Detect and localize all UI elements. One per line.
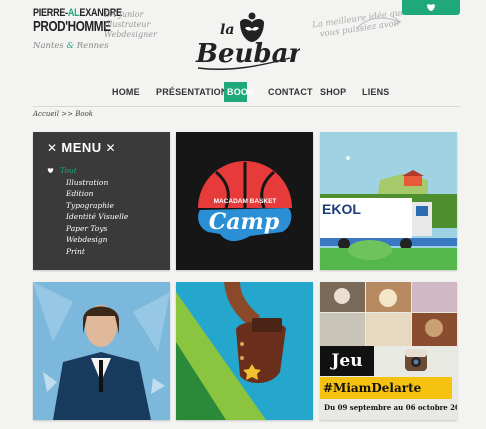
top-tab[interactable]: [402, 0, 460, 15]
close-icon: ✕: [101, 141, 117, 155]
instagram-icon: [405, 349, 427, 371]
portfolio-tile-truck[interactable]: EKOL: [320, 132, 457, 270]
truck-illustration-icon: EKOL: [320, 132, 457, 270]
category-item-paper-toys[interactable]: Paper Toys: [47, 223, 128, 235]
brand-roles: DA Junior Illustrateur Webdesigner: [104, 10, 157, 39]
holster-illustration-icon: [176, 282, 313, 420]
category-item-illustration[interactable]: Illustration: [47, 177, 128, 189]
svg-text:EKOL: EKOL: [322, 201, 361, 217]
nav-shop[interactable]: SHOP: [320, 82, 346, 102]
svg-text:la: la: [220, 22, 234, 38]
nav-liens[interactable]: LIENS: [362, 82, 389, 102]
portfolio-tile-holster[interactable]: [176, 282, 313, 420]
nav-book[interactable]: BOOK: [224, 82, 255, 102]
portfolio-tile-instagram[interactable]: Jeu #MiamDelarte Du 09 septembre au 06 o…: [320, 282, 457, 420]
site-logo[interactable]: la Beubar: [190, 6, 304, 78]
basketball-logo-icon: MACADAM BASKET Camp: [198, 161, 292, 242]
beard-logo-icon: la Beubar: [195, 12, 304, 70]
contest-hashtag: #MiamDelarte: [320, 377, 452, 399]
svg-text:Camp: Camp: [209, 209, 280, 235]
brand-location: Nantes & Rennes: [33, 41, 109, 51]
category-item-print[interactable]: Print: [47, 246, 128, 258]
category-item-typographie[interactable]: Typographie: [47, 200, 128, 212]
contest-label: Jeu: [320, 346, 374, 376]
portrait-illustration-icon: [33, 282, 170, 420]
svg-text:Beubar: Beubar: [195, 39, 300, 69]
portfolio-tile-portrait[interactable]: [33, 282, 170, 420]
nav-divider: [33, 106, 460, 107]
category-item-identite-visuelle[interactable]: Identité Visuelle: [47, 211, 128, 223]
svg-text:MACADAM BASKET: MACADAM BASKET: [214, 198, 277, 205]
category-item-edition[interactable]: Edition: [47, 188, 128, 200]
category-menu: ✕ MENU ✕ Tout Illustration Edition Typog…: [33, 132, 170, 270]
nav-contact[interactable]: CONTACT: [268, 82, 313, 102]
category-list: Tout Illustration Edition Typographie Id…: [47, 165, 128, 257]
portfolio-tile-camp[interactable]: MACADAM BASKET Camp: [176, 132, 313, 270]
mini-beard-icon: [427, 4, 435, 11]
nav-home[interactable]: HOME: [112, 82, 140, 102]
menu-title: ✕ MENU ✕: [47, 140, 117, 155]
site-header: PIERRE-ALEXANDRE PROD'HOMME Nantes & Ren…: [0, 0, 486, 80]
nav-presentation[interactable]: PRÉSENTATION: [156, 82, 227, 102]
food-photos-collage-icon: [320, 282, 457, 346]
category-item-tout[interactable]: Tout: [47, 165, 128, 177]
mini-beard-icon: [47, 168, 54, 173]
close-icon: ✕: [47, 141, 62, 155]
curved-arrow-icon: [356, 17, 401, 29]
contest-dates: Du 09 septembre au 06 octobre 2013: [324, 403, 457, 412]
category-item-webdesign[interactable]: Webdesign: [47, 234, 128, 246]
main-nav: HOME PRÉSENTATION BOOK CONTACT SHOP LIEN…: [0, 82, 486, 102]
breadcrumb[interactable]: Accueil >> Book: [33, 110, 93, 118]
